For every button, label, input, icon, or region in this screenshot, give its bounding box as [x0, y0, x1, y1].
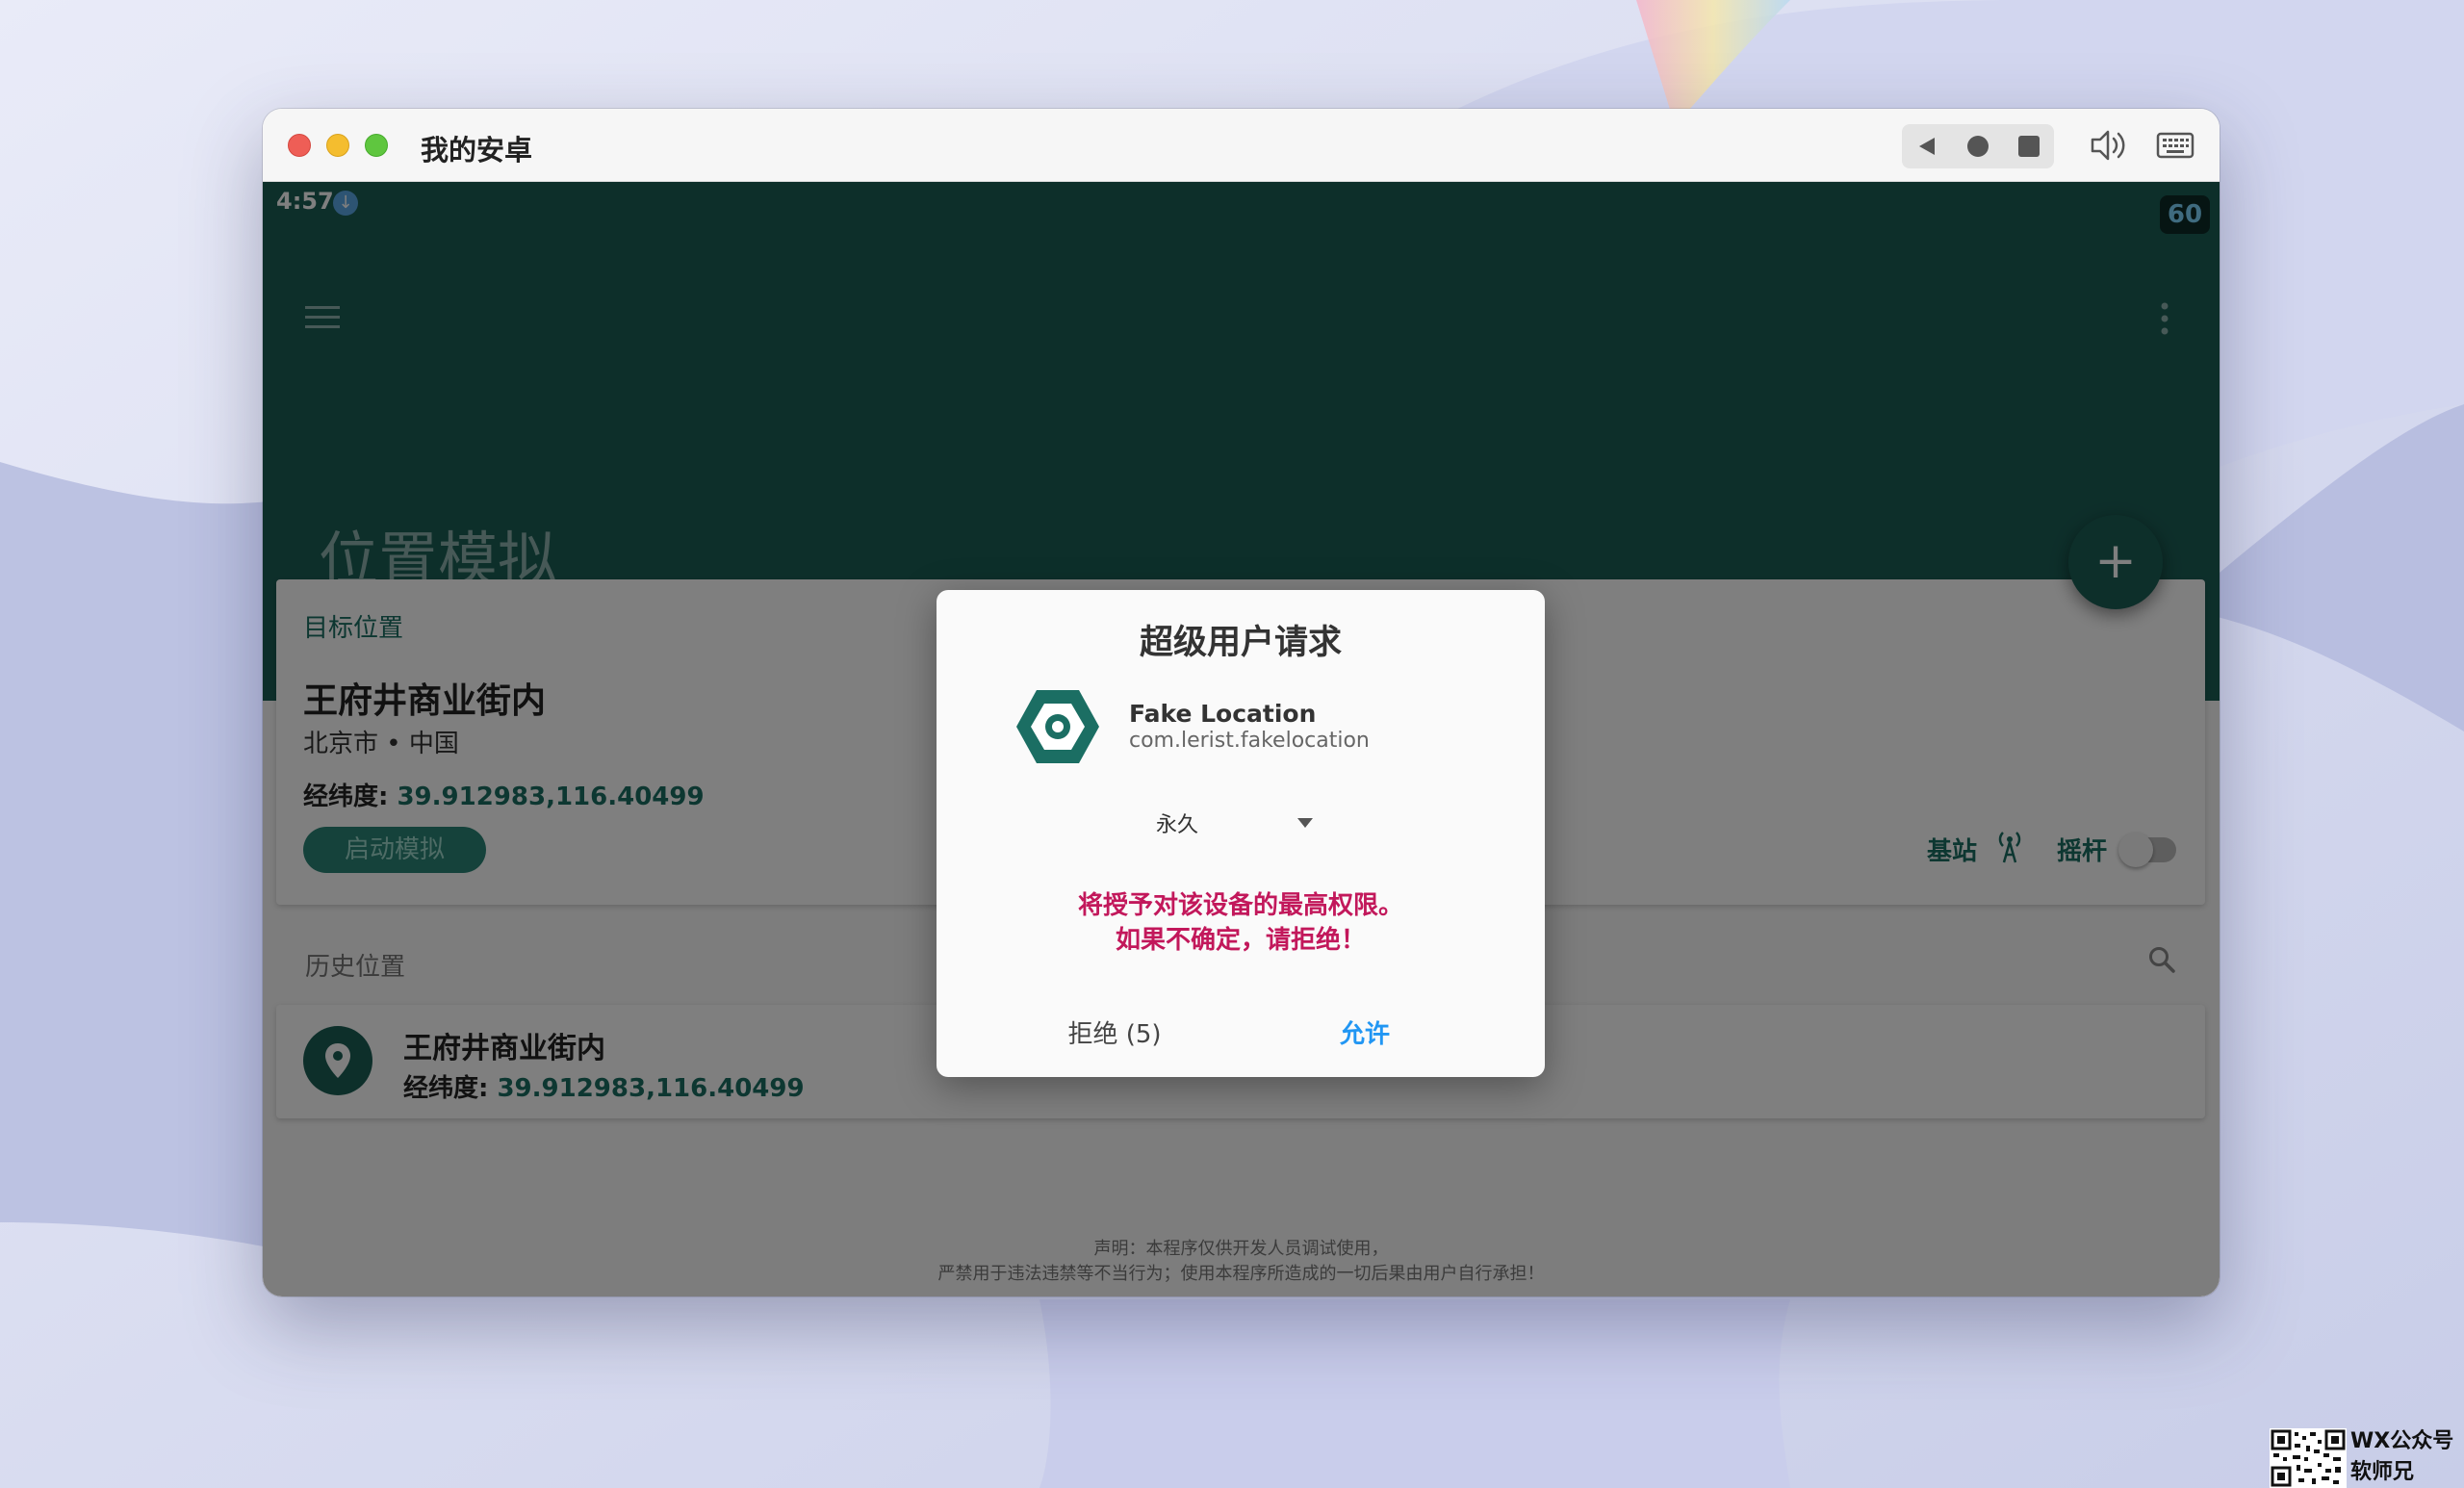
volume-icon[interactable]: [2087, 126, 2127, 165]
grant-duration-select[interactable]: 永久: [1152, 802, 1313, 840]
minimize-window-button[interactable]: [326, 134, 349, 157]
recents-square-icon[interactable]: [2017, 135, 2040, 158]
app-name: Fake Location: [1129, 700, 1317, 728]
dropdown-arrow-icon: [1297, 818, 1313, 828]
fake-location-app-icon: [1016, 690, 1099, 763]
back-triangle-icon[interactable]: [1915, 135, 1938, 158]
emulator-window: 我的安卓 4:57: [263, 109, 2220, 1296]
warning-line-2: 如果不确定，请拒绝！: [1115, 926, 1366, 955]
android-screen: 4:57 ↓ 60 位置模拟 + 目标位置 王府井商业街内 北京市 • 中国 经…: [263, 182, 2220, 1296]
deny-button[interactable]: 拒绝 (5): [1042, 1013, 1187, 1056]
watermark-line-2: 软师兄: [2350, 1460, 2415, 1484]
qr-code-icon: [2270, 1428, 2347, 1488]
warning-text: 将授予对该设备的最高权限。 如果不确定，请拒绝！: [937, 888, 1545, 958]
close-window-button[interactable]: [288, 134, 311, 157]
superuser-request-dialog: 超级用户请求 Fake Location com.lerist.fakeloca…: [937, 590, 1545, 1077]
watermark-line-1: WX公众号: [2350, 1429, 2454, 1453]
title-bar: 我的安卓: [263, 109, 2220, 182]
grant-duration-value: 永久: [1156, 813, 1199, 837]
keyboard-icon[interactable]: [2155, 126, 2195, 165]
window-title: 我的安卓: [421, 134, 533, 167]
watermark-text: WX公众号 软师兄: [2350, 1426, 2453, 1488]
allow-button[interactable]: 允许: [1293, 1013, 1437, 1056]
android-nav-controls: [1902, 124, 2054, 168]
zoom-window-button[interactable]: [365, 134, 388, 157]
dialog-title: 超级用户请求: [1139, 624, 1342, 662]
app-package: com.lerist.fakelocation: [1129, 729, 1370, 753]
warning-line-1: 将授予对该设备的最高权限。: [1077, 891, 1403, 920]
home-circle-icon[interactable]: [1966, 135, 1989, 158]
